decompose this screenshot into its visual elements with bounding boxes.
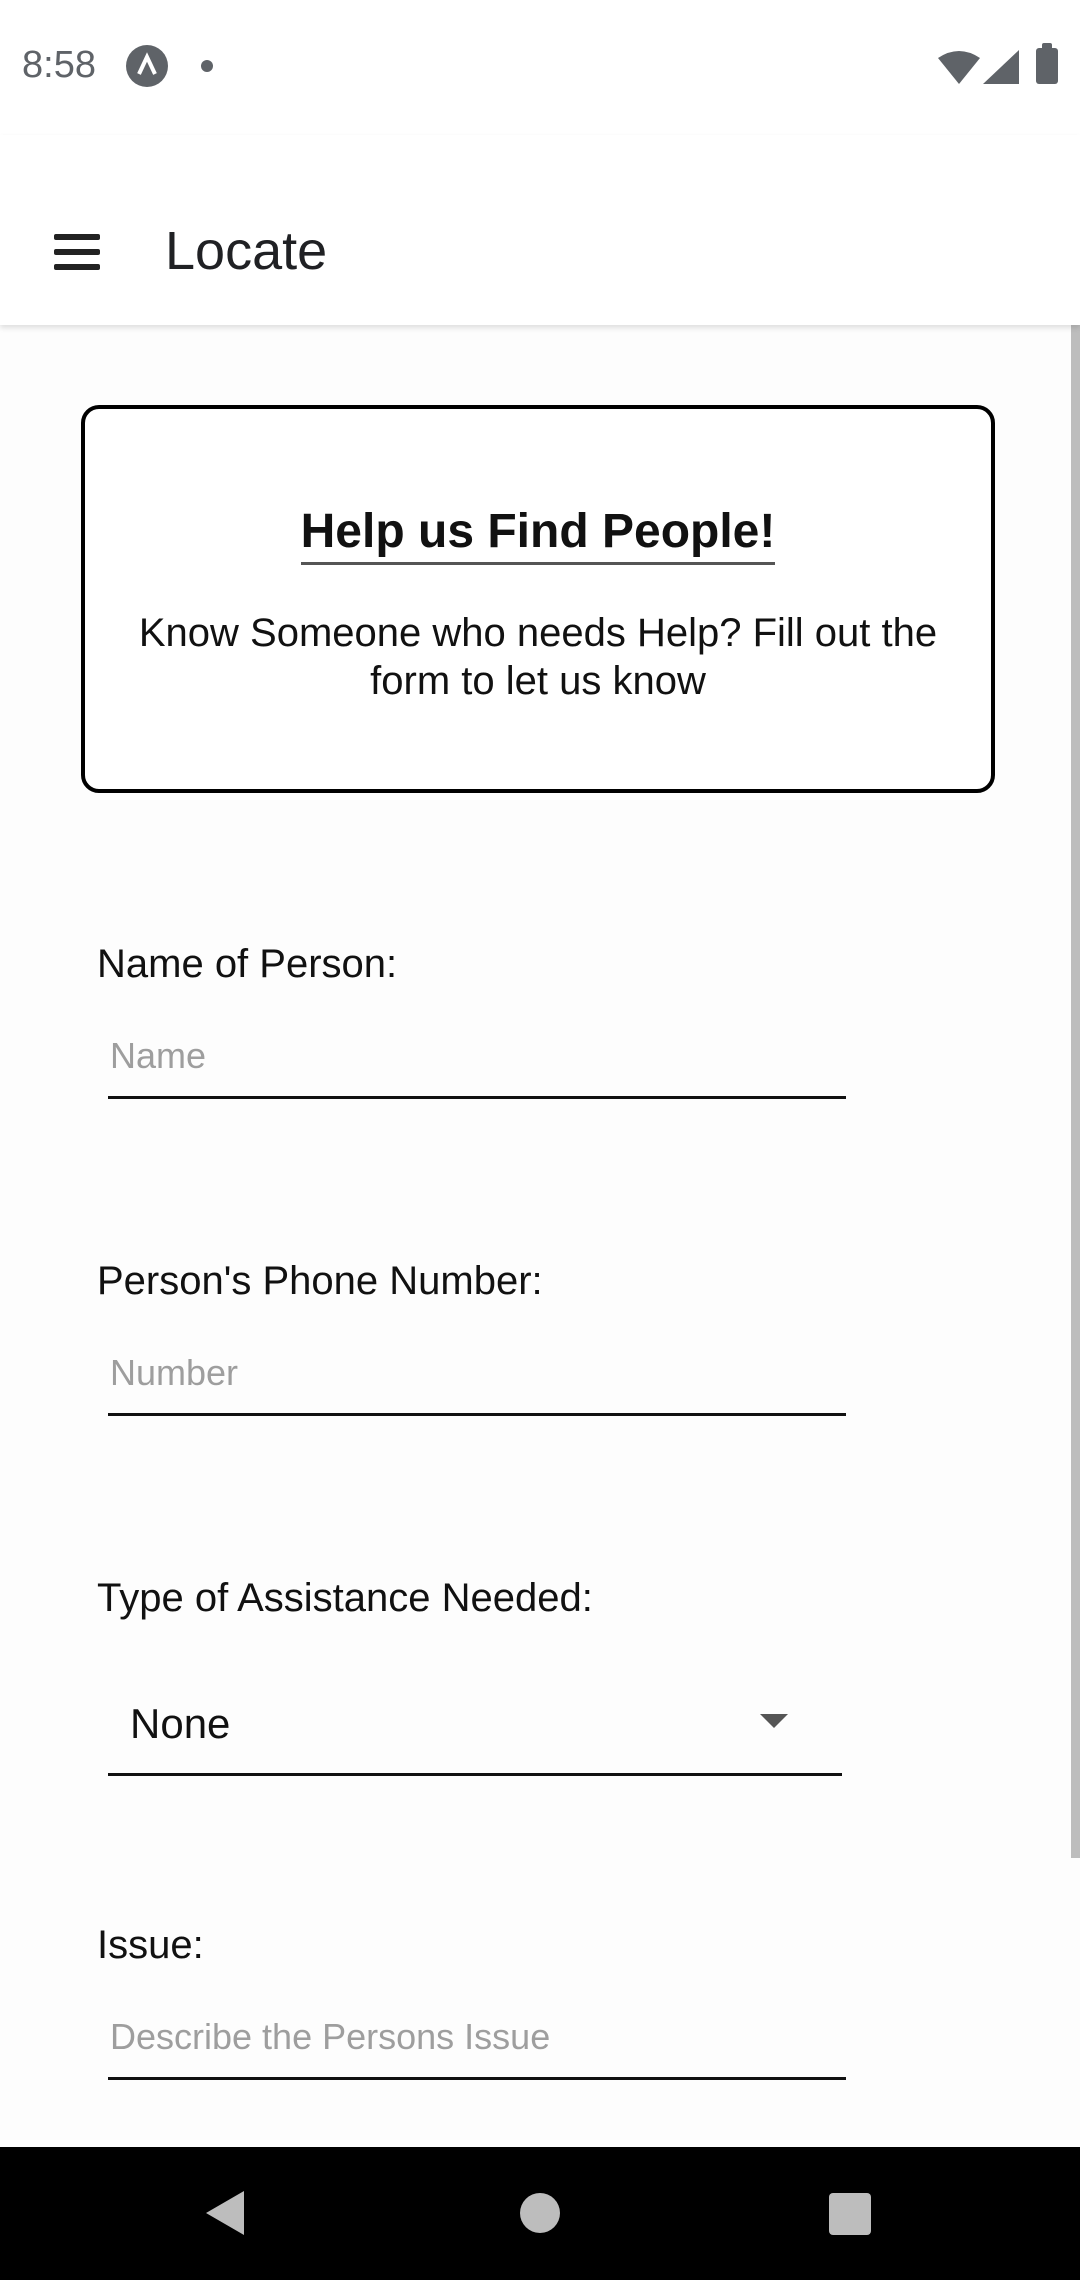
assistance-selected-value: None xyxy=(130,1700,231,1747)
signal-icon xyxy=(983,50,1019,89)
dot-icon xyxy=(201,60,213,72)
help-card-title-text: Help us Find People! xyxy=(300,505,776,565)
back-icon[interactable] xyxy=(206,2191,244,2235)
recents-icon[interactable] xyxy=(829,2193,871,2235)
phone-input[interactable] xyxy=(108,1343,846,1416)
battery-icon xyxy=(1036,43,1058,84)
assistance-label: Type of Assistance Needed: xyxy=(97,1576,593,1620)
caret-down-icon xyxy=(760,1714,788,1728)
help-card-title: Help us Find People! xyxy=(85,504,991,565)
status-time: 8:58 xyxy=(22,44,96,86)
help-card: Help us Find People! Know Someone who ne… xyxy=(81,405,995,793)
menu-icon[interactable] xyxy=(48,230,108,280)
app-notification-icon xyxy=(126,45,168,87)
navigation-bar xyxy=(0,2147,1080,2280)
assistance-select[interactable]: None xyxy=(108,1672,842,1776)
wifi-icon xyxy=(938,50,980,89)
issue-label: Issue: xyxy=(97,1923,204,1967)
issue-input[interactable] xyxy=(108,2007,846,2080)
help-card-subtitle: Know Someone who needs Help? Fill out th… xyxy=(138,611,938,703)
app-title: Locate xyxy=(165,221,328,281)
scrollbar[interactable] xyxy=(1071,325,1080,1858)
status-bar: 8:58 xyxy=(0,0,1080,135)
phone-label: Person's Phone Number: xyxy=(97,1259,543,1303)
app-bar: Locate xyxy=(0,135,1080,325)
name-input[interactable] xyxy=(108,1026,846,1099)
name-label: Name of Person: xyxy=(97,942,398,986)
home-icon[interactable] xyxy=(520,2193,560,2233)
